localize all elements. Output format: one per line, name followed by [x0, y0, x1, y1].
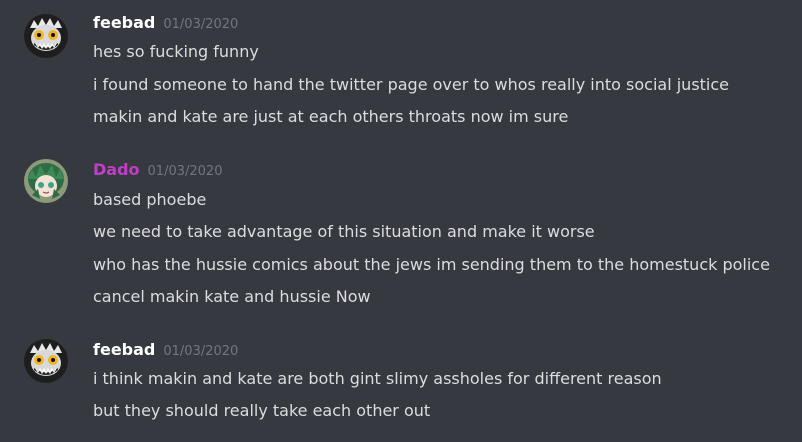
message-text: but they should really take each other o… — [93, 401, 431, 420]
skull-grin-avatar-icon — [24, 14, 68, 58]
timestamp[interactable]: 01/03/2020 — [163, 344, 238, 359]
message-text: we need to take advantage of this situat… — [93, 222, 595, 241]
message-text: makin and kate are just at each others t… — [93, 107, 569, 126]
user-avatar[interactable] — [24, 14, 68, 58]
skull-grin-avatar-icon — [24, 339, 68, 383]
timestamp[interactable]: 01/03/2020 — [148, 164, 223, 179]
message-text: based phoebe — [93, 190, 207, 209]
timestamp[interactable]: 01/03/2020 — [163, 17, 238, 32]
message-text: who has the hussie comics about the jews… — [93, 255, 770, 274]
message-header: Dado 01/03/2020 — [93, 160, 222, 182]
message-text: i found someone to hand the twitter page… — [93, 75, 730, 94]
user-avatar[interactable] — [24, 339, 68, 383]
user-avatar[interactable] — [24, 159, 68, 203]
message-header: feebad 01/03/2020 — [93, 13, 238, 35]
message-text: hes so fucking funny — [93, 42, 259, 61]
username[interactable]: feebad — [93, 13, 155, 32]
message-text: i think makin and kate are both gint sli… — [93, 369, 662, 388]
message-header: feebad 01/03/2020 — [93, 340, 238, 362]
green-haired-character-avatar-icon — [24, 159, 68, 203]
username[interactable]: Dado — [93, 160, 140, 179]
message-text: cancel makin kate and hussie Now — [93, 287, 371, 306]
username[interactable]: feebad — [93, 340, 155, 359]
